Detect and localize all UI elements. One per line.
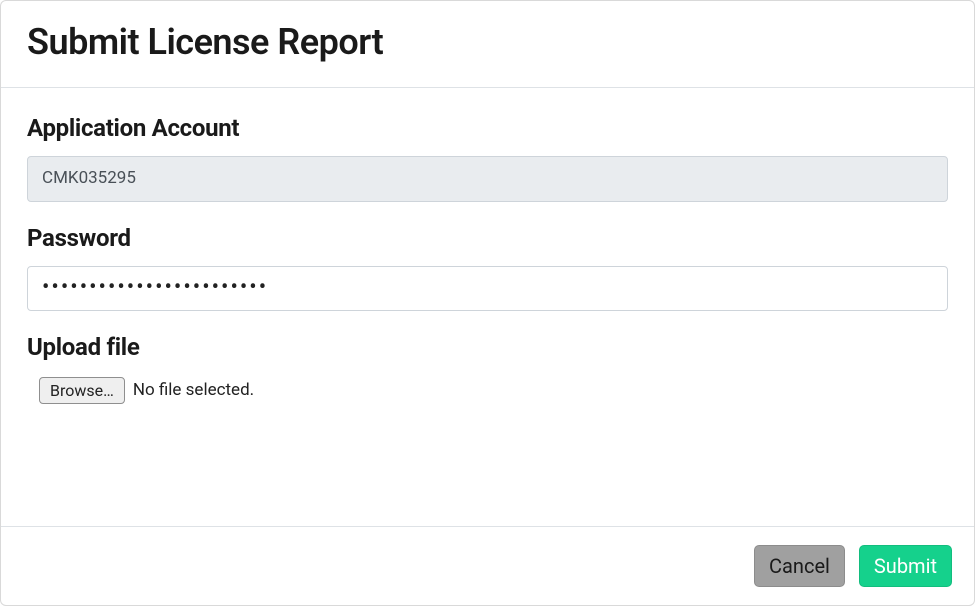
account-input — [27, 156, 948, 202]
account-group: Application Account — [27, 114, 948, 202]
browse-button[interactable]: Browse… — [39, 377, 125, 404]
modal-body: Application Account Password Upload file… — [1, 88, 974, 526]
modal-footer: Cancel Submit — [1, 526, 974, 605]
password-input[interactable] — [27, 266, 948, 311]
submit-button[interactable]: Submit — [859, 545, 952, 587]
modal-title: Submit License Report — [27, 21, 948, 63]
password-group: Password — [27, 224, 948, 311]
account-label: Application Account — [27, 114, 948, 142]
cancel-button[interactable]: Cancel — [754, 545, 845, 587]
file-row: Browse… No file selected. — [27, 375, 948, 404]
upload-group: Upload file Browse… No file selected. — [27, 333, 948, 404]
file-status-text: No file selected. — [133, 380, 254, 400]
password-label: Password — [27, 224, 948, 252]
modal-header: Submit License Report — [1, 1, 974, 88]
submit-license-report-modal: Submit License Report Application Accoun… — [0, 0, 975, 606]
upload-label: Upload file — [27, 333, 948, 361]
